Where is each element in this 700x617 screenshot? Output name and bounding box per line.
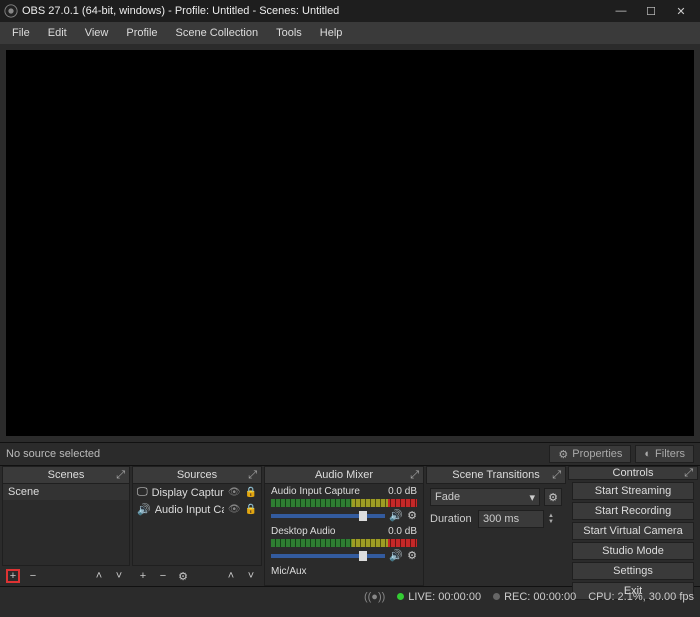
chevron-down-icon: ▾ [529,491,535,504]
volume-slider[interactable] [271,554,385,558]
channel-db: 0.0 dB [388,486,417,497]
app-icon [4,4,18,18]
signal-icon: ((●)) [364,591,385,603]
menu-file[interactable]: File [4,25,38,41]
popout-icon[interactable]: ⤢ [684,467,693,480]
titlebar: OBS 27.0.1 (64-bit, windows) - Profile: … [0,0,700,22]
audio-mixer-panel: Audio Mixer ⤢ Audio Input Capture 0.0 dB… [264,466,424,586]
mixer-channel: Desktop Audio 0.0 dB 🔊 ⚙ [265,524,423,564]
scenes-panel: Scenes ⤢ Scene + − ˄ ˅ [2,466,130,586]
lock-icon[interactable]: 🔒 [245,487,257,498]
properties-label: Properties [572,448,622,460]
source-label: Display Capture [152,487,224,499]
transitions-title: Scene Transitions [452,469,539,481]
audio-meter [271,539,417,547]
sources-title: Sources [177,469,217,481]
volume-slider[interactable] [271,514,385,518]
mixer-channel: Mic/Aux [265,564,423,579]
popout-icon[interactable]: ⤢ [248,469,257,482]
channel-name: Mic/Aux [271,566,307,577]
filters-label: Filters [655,448,685,460]
lock-icon[interactable]: 🔒 [245,504,257,515]
start-recording-button[interactable]: Start Recording [572,502,694,520]
scenes-header: Scenes ⤢ [2,466,130,484]
source-item[interactable]: 🔊 Audio Input Captu... 👁 🔒 [133,501,261,518]
controls-panel: Controls ⤢ Start Streaming Start Recordi… [568,466,698,586]
transitions-header: Scene Transitions ⤢ [426,466,566,484]
mixer-header: Audio Mixer ⤢ [264,466,424,484]
properties-button[interactable]: ⚙ Properties [549,445,631,463]
rec-dot-icon [493,593,500,600]
menu-profile[interactable]: Profile [118,25,165,41]
sources-header: Sources ⤢ [132,466,262,484]
transition-value: Fade [435,491,460,503]
audio-meter [271,499,417,507]
start-virtual-camera-button[interactable]: Start Virtual Camera [572,522,694,540]
add-scene-button[interactable]: + [6,569,20,583]
visibility-icon[interactable]: 👁 [228,487,241,498]
source-label: Audio Input Captu... [155,504,224,516]
transition-settings-button[interactable]: ⚙ [544,488,562,506]
settings-button[interactable]: Settings [572,562,694,580]
gear-icon[interactable]: ⚙ [407,549,417,562]
move-source-up-button[interactable]: ˄ [224,569,238,583]
source-properties-button[interactable]: ⚙ [176,569,190,583]
window-title: OBS 27.0.1 (64-bit, windows) - Profile: … [22,5,606,17]
menu-scene-collection[interactable]: Scene Collection [168,25,267,41]
speaker-icon[interactable]: 🔊 [389,549,403,562]
filter-icon: ◐ [644,448,651,460]
duration-value: 300 ms [483,513,519,525]
rec-time: REC: 00:00:00 [504,591,576,603]
source-toolbar: No source selected ⚙ Properties ◐ Filter… [0,442,700,466]
channel-name: Desktop Audio [271,526,336,537]
scene-item[interactable]: Scene [3,484,129,500]
move-scene-down-button[interactable]: ˅ [112,569,126,583]
menu-tools[interactable]: Tools [268,25,310,41]
menu-edit[interactable]: Edit [40,25,75,41]
transitions-panel: Scene Transitions ⤢ Fade ▾ ⚙ Duration 30… [426,466,566,586]
mixer-channel: Audio Input Capture 0.0 dB 🔊 ⚙ [265,484,423,524]
menubar: File Edit View Profile Scene Collection … [0,22,700,44]
controls-title: Controls [613,467,654,479]
move-scene-up-button[interactable]: ˄ [92,569,106,583]
no-source-label: No source selected [6,448,545,460]
add-source-button[interactable]: + [136,569,150,583]
audio-icon: 🔊 [137,503,151,516]
menu-view[interactable]: View [77,25,117,41]
filters-button[interactable]: ◐ Filters [635,445,694,463]
transition-select[interactable]: Fade ▾ [430,488,540,506]
remove-scene-button[interactable]: − [26,569,40,583]
popout-icon[interactable]: ⤢ [116,469,125,482]
gear-icon[interactable]: ⚙ [407,509,417,522]
controls-header: Controls ⤢ [568,466,698,480]
menu-help[interactable]: Help [312,25,351,41]
duration-down-button[interactable]: ▼ [548,519,562,525]
maximize-button[interactable]: ☐ [636,1,666,21]
popout-icon[interactable]: ⤢ [552,469,561,482]
duration-label: Duration [430,513,474,525]
gear-icon: ⚙ [558,448,568,461]
channel-db: 0.0 dB [388,526,417,537]
sources-panel: Sources ⤢ 🖵 Display Capture 👁 🔒 🔊 Audio … [132,466,262,586]
duration-input[interactable]: 300 ms [478,510,544,528]
mixer-title: Audio Mixer [315,469,373,481]
studio-mode-button[interactable]: Studio Mode [572,542,694,560]
scenes-title: Scenes [48,469,85,481]
start-streaming-button[interactable]: Start Streaming [572,482,694,500]
popout-icon[interactable]: ⤢ [410,469,419,482]
remove-source-button[interactable]: − [156,569,170,583]
cpu-stats: CPU: 2.1%, 30.00 fps [588,591,694,603]
preview-area[interactable] [6,50,694,436]
close-button[interactable]: ✕ [666,1,696,21]
live-time: LIVE: 00:00:00 [408,591,481,603]
display-icon: 🖵 [137,486,148,499]
visibility-icon[interactable]: 👁 [228,504,241,515]
minimize-button[interactable]: — [606,1,636,21]
speaker-icon[interactable]: 🔊 [389,509,403,522]
move-source-down-button[interactable]: ˅ [244,569,258,583]
live-dot-icon [397,593,404,600]
source-item[interactable]: 🖵 Display Capture 👁 🔒 [133,484,261,501]
channel-name: Audio Input Capture [271,486,360,497]
